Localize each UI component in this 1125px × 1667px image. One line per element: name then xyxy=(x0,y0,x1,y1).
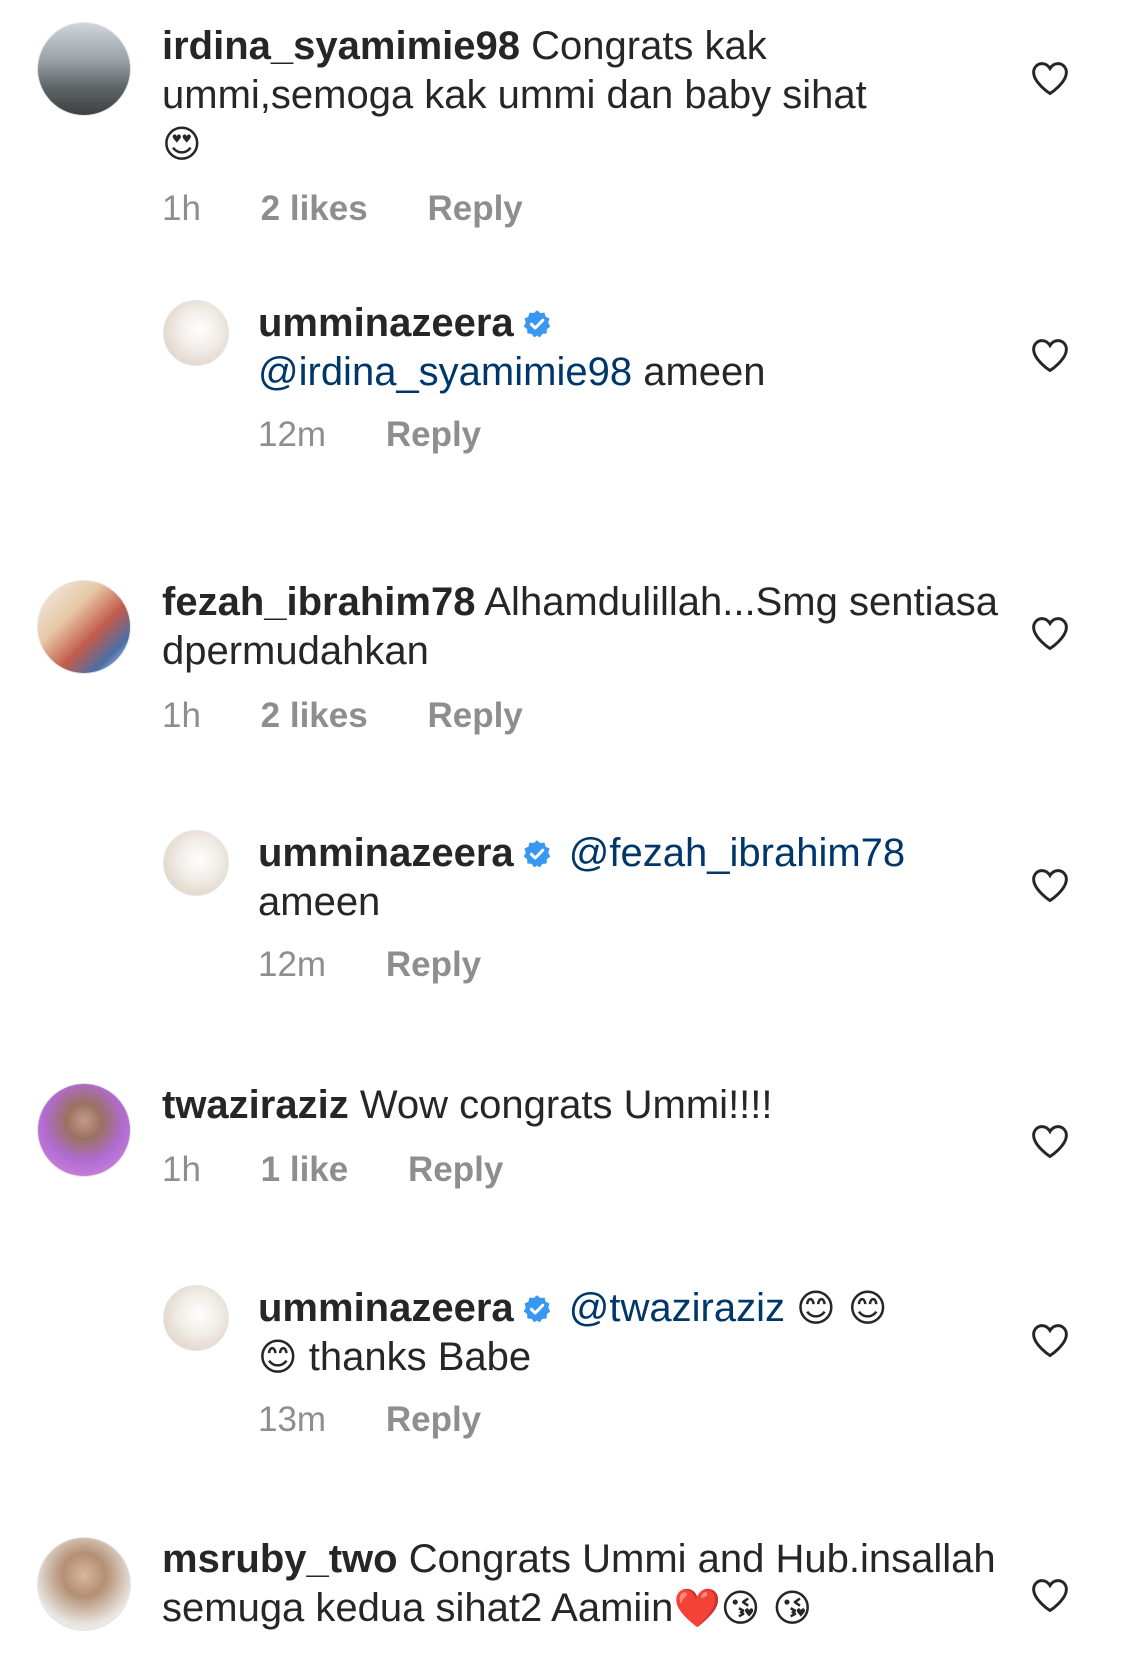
comment-username[interactable]: twaziraziz xyxy=(162,1083,349,1127)
mention-link[interactable]: @twaziraziz xyxy=(569,1286,785,1330)
comment-text: ameen xyxy=(643,350,766,394)
comment-username[interactable]: irdina_syamimie98 xyxy=(162,24,520,68)
comment-username[interactable]: umminazeera xyxy=(258,1286,514,1330)
comment-time: 13m xyxy=(258,1400,327,1439)
comment-text: thanks Babe xyxy=(308,1335,532,1379)
avatar[interactable] xyxy=(37,22,131,116)
comment-likes[interactable]: 1 like xyxy=(261,1150,349,1189)
verified-badge-icon xyxy=(522,1287,552,1323)
comment-username[interactable]: msruby_two xyxy=(162,1537,398,1581)
comment-meta: 1h 2 likes Reply xyxy=(162,694,1012,738)
heart-outline-icon[interactable] xyxy=(1030,337,1070,373)
comment-time: 12m xyxy=(258,415,327,454)
mention-link[interactable]: @fezah_ibrahim78 xyxy=(569,831,905,875)
comment-likes[interactable]: 2 likes xyxy=(261,189,368,228)
comment-likes[interactable]: 2 likes xyxy=(261,696,368,735)
reply-button[interactable]: Reply xyxy=(427,696,522,735)
avatar[interactable] xyxy=(163,1285,229,1351)
heart-outline-icon[interactable] xyxy=(1030,615,1070,651)
heart-outline-icon[interactable] xyxy=(1030,1322,1070,1358)
comment-username[interactable]: umminazeera xyxy=(258,301,514,345)
avatar[interactable] xyxy=(37,1537,131,1631)
avatar[interactable] xyxy=(37,1083,131,1177)
comment-username[interactable]: umminazeera xyxy=(258,831,514,875)
comment-username[interactable]: fezah_ibrahim78 xyxy=(162,580,475,624)
comment-meta: 1h 1 like Reply xyxy=(162,1148,1012,1192)
comment-body: twaziraziz Wow congrats Ummi!!!! 1h 1 li… xyxy=(162,1081,1012,1192)
verified-badge-icon xyxy=(522,832,552,868)
comment-time: 1h xyxy=(162,1150,201,1189)
comment-meta: 13m Reply xyxy=(258,1398,1008,1442)
comment-emoji: ❤️😘 😘 xyxy=(673,1586,813,1630)
comment-body: umminazeera @twaziraziz 😊 😊 😊 thanks Bab… xyxy=(258,1284,1008,1442)
comment-time: 1h xyxy=(162,189,201,228)
avatar[interactable] xyxy=(163,300,229,366)
comment-text: Wow congrats Ummi!!!! xyxy=(359,1083,773,1127)
comment-body: irdina_syamimie98 Congrats kak ummi,semo… xyxy=(162,22,1012,231)
comment-body: umminazeera @fezah_ibrahim78 ameen 12m R… xyxy=(258,829,1008,987)
comment-time: 12m xyxy=(258,945,327,984)
comment-emoji: 😊 😊 xyxy=(796,1286,888,1330)
verified-badge-icon xyxy=(522,302,552,338)
heart-outline-icon[interactable] xyxy=(1030,867,1070,903)
comment-time: 1h xyxy=(162,696,201,735)
comment-body: fezah_ibrahim78 Alhamdulillah...Smg sent… xyxy=(162,578,1012,738)
avatar[interactable] xyxy=(37,580,131,674)
comment-body: umminazeera @irdina_syamimie98 ameen 12m… xyxy=(258,299,1008,457)
heart-outline-icon[interactable] xyxy=(1030,1123,1070,1159)
avatar[interactable] xyxy=(163,830,229,896)
reply-button[interactable]: Reply xyxy=(408,1150,503,1189)
reply-button[interactable]: Reply xyxy=(427,189,522,228)
reply-button[interactable]: Reply xyxy=(386,945,481,984)
comment-emoji: 😍 xyxy=(162,122,202,166)
comment-body: msruby_two Congrats Ummi and Hub.insalla… xyxy=(162,1535,1012,1633)
mention-link[interactable]: @irdina_syamimie98 xyxy=(258,350,632,394)
reply-button[interactable]: Reply xyxy=(386,1400,481,1439)
comment-emoji: 😊 xyxy=(258,1335,298,1379)
heart-outline-icon[interactable] xyxy=(1030,1577,1070,1613)
comment-text: ameen xyxy=(258,880,381,924)
comment-meta: 12m Reply xyxy=(258,943,1008,987)
comment-meta: 12m Reply xyxy=(258,413,1008,457)
reply-button[interactable]: Reply xyxy=(386,415,481,454)
comment-meta: 1h 2 likes Reply xyxy=(162,187,1012,231)
heart-outline-icon[interactable] xyxy=(1030,60,1070,96)
